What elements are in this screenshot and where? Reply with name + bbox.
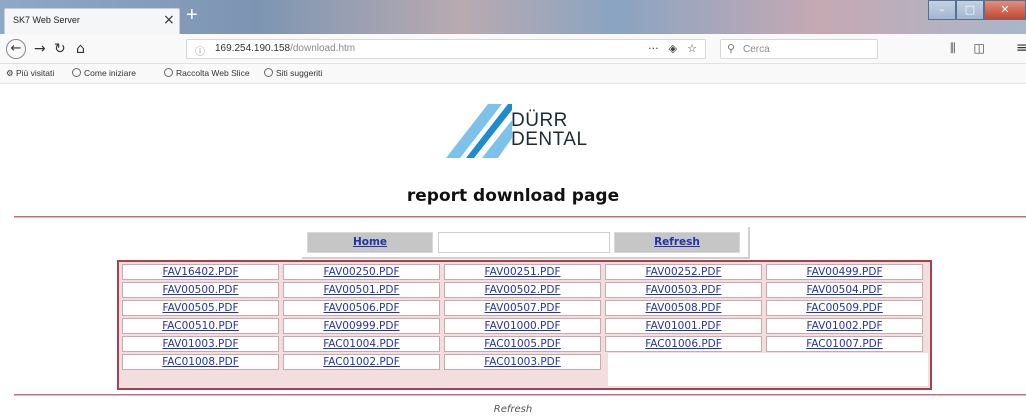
url-text: 169.254.190.158/download.htm	[215, 43, 355, 54]
divider-top	[14, 216, 1026, 218]
library-icon[interactable]: ⫼	[950, 41, 956, 56]
window-titlebar: SK7 Web Server × + – □ ✕	[0, 0, 1026, 34]
bookmark-star-icon[interactable]: ☆	[687, 42, 697, 55]
file-link[interactable]: FAV00252.PDF	[605, 264, 762, 280]
refresh-button[interactable]: Refresh	[614, 232, 740, 253]
browser-tab[interactable]: SK7 Web Server ×	[4, 8, 180, 34]
nav-spacer	[438, 232, 610, 253]
url-path: /download.htm	[290, 43, 356, 54]
file-link[interactable]: FAV00506.PDF	[283, 300, 440, 316]
logo-line-1: DÜRR	[511, 110, 568, 131]
reload-icon[interactable]: ↻	[54, 40, 66, 58]
file-link[interactable]: FAV00503.PDF	[605, 282, 762, 298]
table-empty-area	[608, 353, 928, 386]
bookmark-web-slice[interactable]: Raccolta Web Slice	[164, 68, 250, 78]
tab-title: SK7 Web Server	[13, 15, 80, 25]
maximize-icon[interactable]: □	[956, 0, 984, 20]
minimize-icon[interactable]: –	[928, 0, 956, 20]
file-link[interactable]: FAV00507.PDF	[444, 300, 601, 316]
bookmark-getting-started[interactable]: Come iniziare	[72, 68, 136, 78]
logo-text: DÜRR DENTAL	[511, 111, 588, 149]
file-link[interactable]: FAV00505.PDF	[122, 300, 279, 316]
back-arrow-icon[interactable]: ←	[6, 39, 26, 59]
file-link[interactable]: FAV01002.PDF	[766, 318, 923, 334]
footer-refresh-link[interactable]: Refresh	[0, 404, 1026, 415]
bookmark-suggested-sites[interactable]: Siti suggeriti	[264, 68, 322, 78]
globe-icon	[264, 68, 273, 77]
menu-icon[interactable]: ≡	[1016, 39, 1026, 57]
page-title: report download page	[406, 186, 620, 206]
file-link[interactable]: FAC01008.PDF	[122, 354, 279, 370]
search-icon: ⚲	[727, 42, 736, 55]
window-close-icon[interactable]: ✕	[984, 0, 1026, 20]
search-bar[interactable]: ⚲ Cerca	[720, 39, 878, 59]
file-link[interactable]: FAC01007.PDF	[766, 336, 923, 352]
file-link[interactable]: FAV16402.PDF	[122, 264, 279, 280]
file-link[interactable]: FAV01003.PDF	[122, 336, 279, 352]
file-link[interactable]: FAV01000.PDF	[444, 318, 601, 334]
divider-bottom	[14, 394, 1026, 396]
forward-arrow-icon[interactable]: →	[34, 40, 46, 58]
url-actions: ··· ◈ ☆	[648, 42, 697, 55]
page-actions-icon[interactable]: ···	[648, 42, 659, 55]
bookmark-most-visited[interactable]: ⚙ Più visitati	[6, 68, 54, 79]
globe-icon	[164, 68, 173, 77]
address-bar[interactable]: ⓘ 169.254.190.158/download.htm ··· ◈ ☆	[186, 39, 706, 59]
sidebar-icon[interactable]: ◫	[974, 41, 985, 56]
file-link[interactable]: FAV00500.PDF	[122, 282, 279, 298]
file-link[interactable]: FAC00509.PDF	[766, 300, 923, 316]
tab-close-icon[interactable]: ×	[163, 12, 175, 28]
file-link[interactable]: FAV00499.PDF	[766, 264, 923, 280]
new-tab-icon[interactable]: +	[186, 4, 198, 27]
logo-line-2: DENTAL	[511, 129, 588, 150]
file-link[interactable]: FAV01001.PDF	[605, 318, 762, 334]
file-link[interactable]: FAC01003.PDF	[444, 354, 601, 370]
file-link[interactable]: FAV00999.PDF	[283, 318, 440, 334]
file-link[interactable]: FAV00502.PDF	[444, 282, 601, 298]
file-link[interactable]: FAC01004.PDF	[283, 336, 440, 352]
file-link[interactable]: FAV00251.PDF	[444, 264, 601, 280]
home-icon[interactable]: ⌂	[76, 40, 85, 58]
file-link[interactable]: FAV00501.PDF	[283, 282, 440, 298]
page-content: DÜRR DENTAL report download page Home Re…	[0, 84, 1026, 419]
file-table: FAV16402.PDF FAV00250.PDF FAV00251.PDF FAV0…	[117, 260, 932, 390]
pocket-icon[interactable]: ◈	[669, 42, 677, 55]
gear-icon: ⚙	[6, 68, 14, 78]
url-host: 169.254.190.158	[215, 43, 291, 54]
globe-icon	[72, 68, 81, 77]
file-link[interactable]: FAC01002.PDF	[283, 354, 440, 370]
file-link[interactable]: FAC00510.PDF	[122, 318, 279, 334]
toolbar-right-icons: ⫼ ◫	[950, 41, 985, 56]
navigation-toolbar: ← → ↻ ⌂ ⓘ 169.254.190.158/download.htm ·…	[0, 34, 1026, 64]
file-link[interactable]: FAC01006.PDF	[605, 336, 762, 352]
search-placeholder: Cerca	[743, 44, 770, 55]
file-link[interactable]: FAV00504.PDF	[766, 282, 923, 298]
window-controls: – □ ✕	[928, 0, 1026, 20]
home-button[interactable]: Home	[307, 232, 433, 253]
info-icon[interactable]: ⓘ	[195, 43, 205, 58]
file-link[interactable]: FAC01005.PDF	[444, 336, 601, 352]
file-link[interactable]: FAV00508.PDF	[605, 300, 762, 316]
nav-bar: Home Refresh	[302, 227, 750, 259]
bookmarks-bar: ⚙ Più visitati Come iniziare Raccolta We…	[0, 64, 1026, 84]
file-link[interactable]: FAV00250.PDF	[283, 264, 440, 280]
